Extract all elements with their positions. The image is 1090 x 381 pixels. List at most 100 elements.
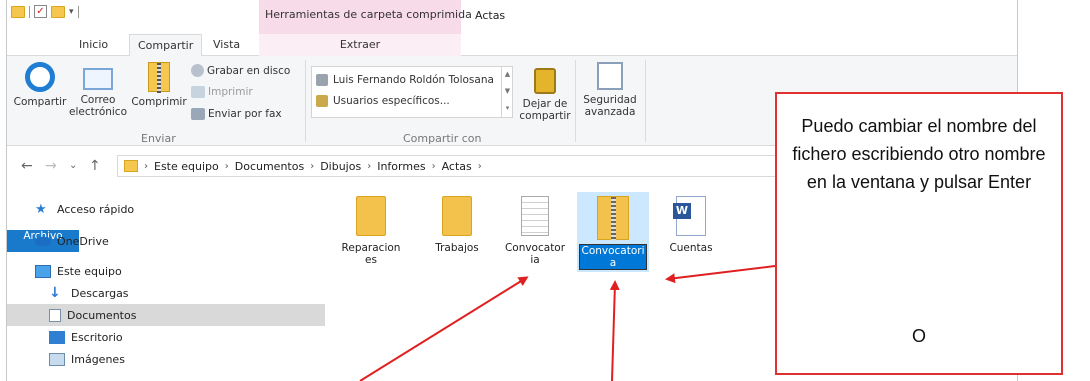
share-icon — [25, 62, 55, 92]
file-item-convocatoria-zip[interactable]: Convocatori a — [577, 192, 649, 272]
nav-item-onedrive[interactable]: OneDrive — [7, 230, 325, 252]
disc-icon — [191, 64, 204, 77]
chevron-right-icon[interactable]: › — [144, 161, 148, 172]
chevron-right-icon[interactable]: › — [367, 161, 371, 172]
fax-icon — [191, 108, 205, 120]
separator — [29, 5, 30, 18]
security-icon — [597, 62, 623, 90]
users-icon — [316, 95, 328, 107]
zip-folder-icon — [597, 196, 629, 241]
share-with-list[interactable]: Luis Fernando Roldón Tolosana Usuarios e… — [311, 66, 513, 118]
chevron-right-icon[interactable]: › — [310, 161, 314, 172]
stop-sharing-button[interactable]: Dejar de compartir — [517, 62, 573, 122]
separator — [77, 5, 79, 18]
folder-icon — [124, 160, 138, 172]
tab-view[interactable]: Vista — [205, 34, 248, 56]
file-name: Trabajos — [435, 242, 479, 254]
printer-icon — [191, 86, 205, 98]
zip-label: Comprimir — [131, 96, 187, 108]
monitor-icon — [35, 264, 51, 278]
nav-item-desktop[interactable]: Escritorio — [7, 326, 325, 348]
stop-share-label-2: compartir — [519, 110, 571, 122]
rename-text: Convocatori — [581, 245, 645, 257]
breadcrumb-item[interactable]: Este equipo — [154, 160, 219, 173]
divider — [575, 60, 576, 142]
breadcrumb-item[interactable]: Actas — [442, 160, 472, 173]
star-icon: ★ — [35, 201, 47, 217]
divider — [305, 60, 306, 142]
up-icon[interactable]: ↑ — [89, 158, 101, 174]
customize-dropdown-icon[interactable]: ▾ — [69, 7, 74, 17]
security-label-2: avanzada — [584, 106, 636, 118]
specific-users-label: Usuarios específicos... — [333, 95, 450, 107]
properties-icon[interactable]: ✓ — [34, 5, 47, 18]
divider — [645, 60, 646, 142]
breadcrumb-item[interactable]: Dibujos — [320, 160, 361, 173]
breadcrumb-item[interactable]: Documentos — [235, 160, 304, 173]
download-icon: ↓ — [49, 284, 61, 301]
file-name: Convocator — [504, 242, 566, 254]
nav-item-downloads[interactable]: ↓ Descargas — [7, 282, 325, 304]
tab-extract[interactable]: Extraer — [259, 34, 461, 56]
file-item-cuentas[interactable]: Cuentas — [655, 196, 727, 254]
nav-item-quick-access[interactable]: ★ Acceso rápido — [7, 198, 325, 220]
file-name-cont: es — [365, 254, 377, 266]
email-label-2: electrónico — [69, 106, 128, 118]
advanced-security-button[interactable]: Seguridad avanzada — [579, 62, 641, 118]
nav-item-label: Escritorio — [71, 330, 123, 344]
nav-item-label: Acceso rápido — [57, 202, 135, 216]
word-document-icon — [673, 196, 706, 236]
contextual-title: Herramientas de carpeta comprimida — [265, 8, 472, 21]
share-button[interactable]: Compartir — [11, 62, 69, 108]
folder-icon — [442, 196, 472, 236]
mail-icon — [83, 68, 113, 90]
fax-label: Enviar por fax — [208, 108, 282, 120]
file-item-reparaciones[interactable]: Reparacion es — [335, 196, 407, 266]
cloud-icon — [35, 236, 51, 246]
burn-disc-button[interactable]: Grabar en disco — [191, 64, 290, 77]
tab-home[interactable]: Inicio — [71, 34, 116, 56]
file-item-trabajos[interactable]: Trabajos — [421, 196, 493, 254]
email-button[interactable]: Correo electrónico — [69, 62, 127, 118]
folder-icon — [11, 5, 25, 18]
person-name: Luis Fernando Roldón Tolosana — [333, 74, 494, 86]
list-item-specific-users[interactable]: Usuarios específicos... — [316, 95, 450, 107]
nav-item-documents[interactable]: Documentos — [7, 304, 325, 326]
nav-item-label: OneDrive — [57, 234, 109, 248]
stop-share-label-1: Dejar de — [522, 98, 568, 110]
title-bar: ✓ ▾ Herramientas de carpeta comprimida A… — [7, 0, 1017, 34]
navigation-pane: ★ Acceso rápido OneDrive Este equipo ↓ D… — [7, 190, 327, 381]
recent-dropdown-icon[interactable]: ⌄ — [69, 160, 77, 171]
nav-item-label: Imágenes — [71, 352, 125, 366]
print-button[interactable]: Imprimir — [191, 86, 253, 98]
file-name: Cuentas — [669, 242, 713, 254]
address-bar[interactable]: › Este equipo › Documentos › Dibujos › I… — [117, 155, 807, 177]
text-document-icon — [521, 196, 549, 236]
rename-text-cont: a — [609, 257, 617, 269]
forward-icon[interactable]: → — [45, 158, 57, 174]
back-icon[interactable]: ← — [21, 158, 33, 174]
burn-label: Grabar en disco — [207, 64, 291, 77]
callout-box: Puedo cambiar el nombre del fichero escr… — [775, 92, 1063, 375]
file-item-convocatoria-doc[interactable]: Convocator ia — [499, 196, 571, 266]
breadcrumb-item[interactable]: Informes — [377, 160, 425, 173]
rename-input[interactable]: Convocatori a — [579, 244, 647, 270]
fax-button[interactable]: Enviar por fax — [191, 108, 282, 120]
zip-button[interactable]: Comprimir — [129, 62, 189, 108]
ribbon-tabs: Archivo Inicio Compartir Vista Extraer — [7, 34, 1017, 252]
share-list-scrollbar[interactable]: ▲ ▼ ▾ — [501, 66, 513, 118]
chevron-right-icon[interactable]: › — [478, 161, 482, 172]
email-label-1: Correo — [80, 94, 116, 106]
chevron-right-icon[interactable]: › — [432, 161, 436, 172]
callout-text: Puedo cambiar el nombre del fichero escr… — [792, 116, 1046, 192]
chevron-right-icon[interactable]: › — [225, 161, 229, 172]
nav-item-this-pc[interactable]: Este equipo — [7, 260, 325, 282]
list-item-person[interactable]: Luis Fernando Roldón Tolosana — [316, 74, 494, 86]
print-label: Imprimir — [208, 86, 253, 98]
nav-item-pictures[interactable]: Imágenes — [7, 348, 325, 370]
share-button-label: Compartir — [13, 96, 67, 108]
lock-icon — [534, 68, 556, 94]
group-label-share-with: Compartir con — [403, 132, 482, 145]
tab-share[interactable]: Compartir — [129, 34, 203, 57]
new-folder-icon[interactable] — [51, 5, 65, 18]
